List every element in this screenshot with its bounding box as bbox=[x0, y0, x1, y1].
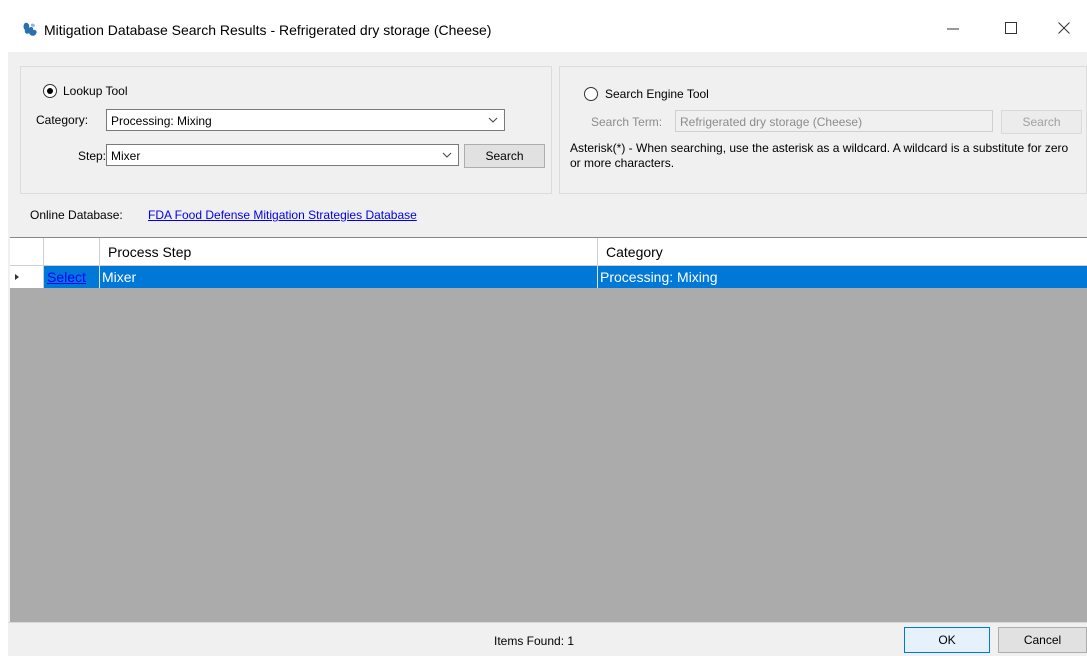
lookup-tool-panel: Lookup Tool Category: Processing: Mixing… bbox=[20, 66, 552, 194]
search-engine-search-button[interactable]: Search bbox=[1001, 110, 1082, 134]
lookup-tool-radio[interactable] bbox=[43, 84, 57, 98]
category-label: Category: bbox=[36, 113, 89, 127]
title-bar: Mitigation Database Search Results - Ref… bbox=[0, 0, 1087, 52]
row-header[interactable] bbox=[10, 266, 44, 288]
app-icon bbox=[23, 22, 37, 36]
column-header-process-step[interactable]: Process Step bbox=[100, 238, 598, 266]
close-button[interactable] bbox=[1041, 12, 1087, 46]
current-row-indicator-icon bbox=[15, 274, 19, 280]
close-icon bbox=[1058, 22, 1070, 34]
chevron-down-icon bbox=[488, 117, 498, 123]
status-bar: Items Found: 1 OK Cancel bbox=[8, 622, 1087, 656]
results-grid: Process Step Category Select Mixer Proce… bbox=[10, 237, 1087, 622]
step-label: Step: bbox=[78, 149, 107, 163]
grid-corner-cell bbox=[10, 238, 44, 266]
maximize-button[interactable] bbox=[988, 12, 1034, 46]
select-link[interactable]: Select bbox=[47, 269, 86, 285]
lookup-search-button[interactable]: Search bbox=[464, 144, 545, 168]
minimize-button[interactable] bbox=[930, 12, 976, 46]
search-engine-tool-radio[interactable] bbox=[584, 87, 598, 101]
category-cell[interactable]: Processing: Mixing bbox=[598, 266, 1087, 288]
step-value: Mixer bbox=[111, 149, 141, 163]
search-term-value: Refrigerated dry storage (Cheese) bbox=[680, 115, 863, 129]
search-term-input[interactable]: Refrigerated dry storage (Cheese) bbox=[675, 110, 993, 132]
online-database-label: Online Database: bbox=[30, 208, 123, 222]
category-dropdown[interactable]: Processing: Mixing bbox=[106, 109, 505, 131]
chevron-down-icon bbox=[442, 152, 452, 158]
table-row[interactable]: Select Mixer Processing: Mixing bbox=[10, 266, 1087, 288]
maximize-icon bbox=[1005, 22, 1017, 34]
step-dropdown[interactable]: Mixer bbox=[106, 144, 459, 166]
column-header-category[interactable]: Category bbox=[598, 238, 1087, 266]
wildcard-note: Asterisk(*) - When searching, use the as… bbox=[570, 141, 1069, 170]
ok-button[interactable]: OK bbox=[904, 627, 990, 653]
search-term-label: Search Term: bbox=[591, 115, 663, 129]
minimize-icon bbox=[947, 28, 959, 30]
grid-header: Process Step Category bbox=[10, 238, 1087, 266]
window-title: Mitigation Database Search Results - Ref… bbox=[44, 22, 492, 38]
search-engine-tool-panel: Search Engine Tool Search Term: Refriger… bbox=[559, 66, 1087, 194]
dialog-body: Lookup Tool Category: Processing: Mixing… bbox=[8, 52, 1087, 656]
process-step-cell[interactable]: Mixer bbox=[100, 266, 598, 288]
lookup-tool-label: Lookup Tool bbox=[63, 84, 128, 98]
select-cell[interactable]: Select bbox=[44, 266, 100, 288]
category-value: Processing: Mixing bbox=[111, 114, 212, 128]
grid-header-action bbox=[44, 238, 100, 266]
cancel-button[interactable]: Cancel bbox=[998, 627, 1087, 653]
online-database-link[interactable]: FDA Food Defense Mitigation Strategies D… bbox=[148, 208, 417, 222]
search-engine-tool-label: Search Engine Tool bbox=[605, 87, 709, 101]
items-found-text: Items Found: 1 bbox=[494, 634, 575, 648]
